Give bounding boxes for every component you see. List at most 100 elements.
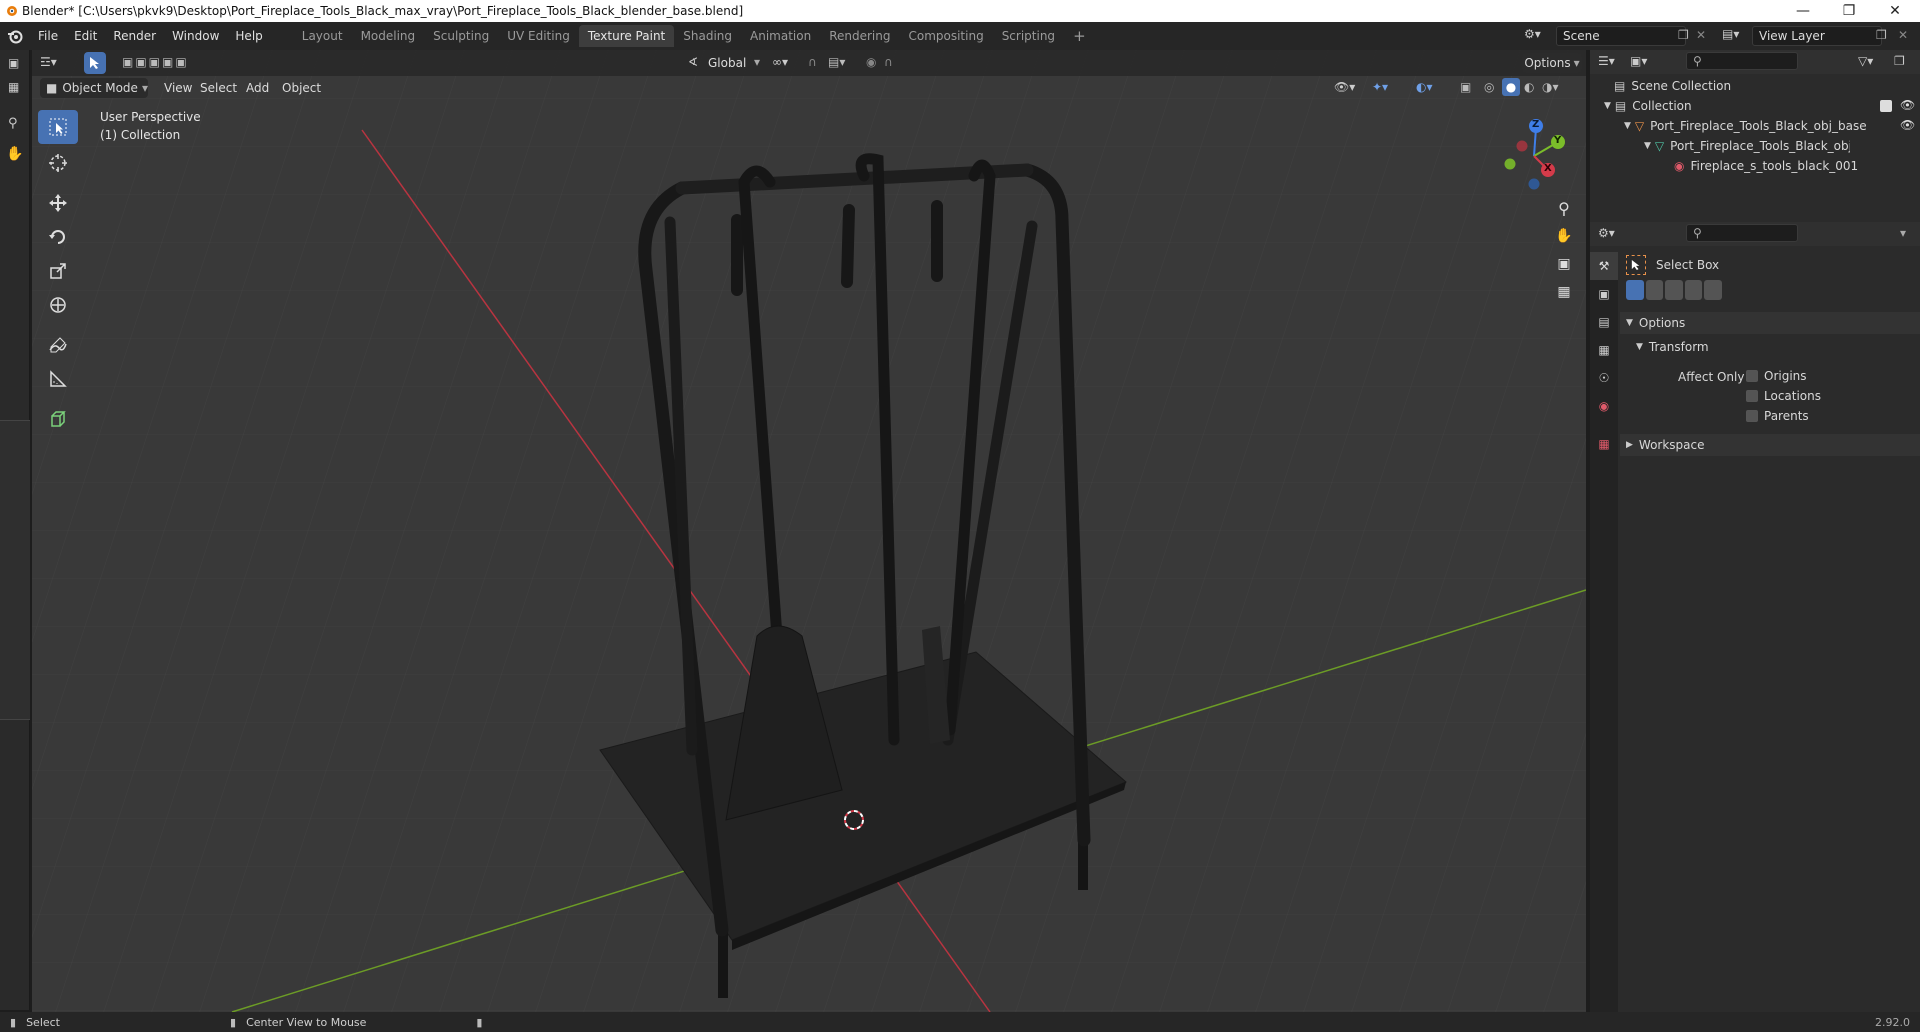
zoom-icon[interactable]: ⚲: [1550, 194, 1578, 222]
outliner-row-collection[interactable]: ▼ ▤ Collection 👁: [1590, 96, 1920, 116]
expand-icon[interactable]: ▼: [1604, 101, 1611, 111]
world-tab-icon[interactable]: ◉: [1590, 392, 1618, 420]
menu-object[interactable]: Object: [274, 81, 329, 95]
hand-icon[interactable]: ✋: [6, 146, 23, 162]
mode-intersect-icon[interactable]: [1704, 280, 1722, 300]
locations-checkbox[interactable]: Locations: [1746, 389, 1821, 403]
tab-uv-editing[interactable]: UV Editing: [498, 25, 579, 47]
blender-menu-icon[interactable]: [0, 28, 30, 44]
zoom-icon[interactable]: ⚲: [8, 116, 18, 131]
snap-target-icon[interactable]: ▤▾: [828, 55, 845, 69]
outliner-row-scene-collection[interactable]: ▤ Scene Collection: [1590, 76, 1920, 96]
menu-window[interactable]: Window: [164, 29, 227, 43]
options-button[interactable]: Options ▾: [1522, 53, 1582, 73]
snap-icon[interactable]: ∩: [808, 55, 817, 69]
eye-icon[interactable]: 👁: [1900, 118, 1915, 132]
output-tab-icon[interactable]: ▤: [1590, 308, 1618, 336]
expand-icon[interactable]: ▼: [1624, 121, 1631, 131]
origins-checkbox-box[interactable]: [1746, 370, 1758, 382]
outliner-row-material[interactable]: ◉ Fireplace_s_tools_black_001: [1590, 156, 1920, 176]
proportional-edit-icon[interactable]: ◉: [866, 55, 876, 69]
menu-help[interactable]: Help: [227, 29, 270, 43]
xray-icon[interactable]: ▣: [1460, 80, 1471, 94]
select-mode-icons[interactable]: ▣▣▣▣▣: [122, 55, 189, 69]
select-mode-buttons[interactable]: [1626, 280, 1722, 300]
outliner-row-mesh-data[interactable]: ▼ ▽ Port_Fireplace_Tools_Black_obj_base: [1590, 136, 1920, 156]
tab-layout[interactable]: Layout: [293, 25, 352, 47]
mode-invert-icon[interactable]: [1684, 280, 1703, 300]
texture-paint-icon[interactable]: ▦: [8, 80, 19, 94]
scene-remove-icon[interactable]: ✕: [1696, 28, 1706, 42]
filter-icon[interactable]: ▽▾: [1858, 54, 1873, 68]
scene-tab-icon[interactable]: ☉: [1590, 364, 1618, 392]
navigation-gizmo[interactable]: Z Y X: [1492, 112, 1576, 196]
view-layer-field[interactable]: View Layer: [1752, 26, 1882, 46]
scene-selector-icon[interactable]: ⚙▾: [1524, 27, 1541, 41]
rotate-tool-icon[interactable]: [38, 220, 78, 254]
tab-animation[interactable]: Animation: [741, 25, 820, 47]
origins-checkbox[interactable]: Origins: [1746, 369, 1807, 383]
maximize-icon[interactable]: ❐: [1826, 0, 1872, 22]
collection-checkbox[interactable]: [1880, 100, 1892, 112]
grid-icon[interactable]: ▦: [1550, 278, 1578, 306]
close-icon[interactable]: ✕: [1872, 0, 1918, 22]
tool-tab-icon[interactable]: ⚒: [1590, 252, 1618, 280]
rendered-shading-icon[interactable]: ◑▾: [1542, 80, 1559, 94]
eye-icon[interactable]: 👁: [1900, 98, 1915, 112]
transform-tool-icon[interactable]: [38, 288, 78, 322]
falloff-icon[interactable]: ∩: [884, 55, 893, 69]
3d-viewport[interactable]: User Perspective (1) Collection ☲▾ ▣▣▣▣▣…: [32, 50, 1586, 1012]
view-layer-new-icon[interactable]: ❐: [1876, 28, 1887, 42]
mode-new-icon[interactable]: [1626, 280, 1644, 300]
scene-new-icon[interactable]: ❐: [1678, 28, 1689, 42]
hand-icon[interactable]: ✋: [1550, 222, 1578, 250]
properties-editor-icon[interactable]: ⚙▾: [1598, 226, 1615, 240]
solid-shading-icon[interactable]: ●: [1502, 78, 1520, 96]
annotate-tool-icon[interactable]: [38, 328, 78, 362]
pivot-point-icon[interactable]: ∞▾: [772, 55, 788, 69]
material-shading-icon[interactable]: ◐: [1524, 80, 1534, 94]
overlays-icon[interactable]: ◐▾: [1416, 80, 1433, 94]
expand-icon[interactable]: ▼: [1644, 141, 1651, 151]
tab-texture-paint[interactable]: Texture Paint: [578, 25, 675, 47]
menu-add[interactable]: Add: [238, 81, 277, 95]
cursor-tool-icon[interactable]: [38, 146, 78, 180]
tab-modeling[interactable]: Modeling: [352, 25, 425, 47]
new-collection-icon[interactable]: ❐: [1894, 54, 1905, 68]
select-box-tool-icon[interactable]: [38, 110, 78, 144]
select-tool-icon[interactable]: [84, 52, 106, 74]
transform-subpanel-header[interactable]: ▼ Transform: [1630, 336, 1920, 358]
outliner-search-input[interactable]: ⚲: [1686, 52, 1798, 70]
menu-edit[interactable]: Edit: [66, 29, 105, 43]
view-layer-icon[interactable]: ▤▾: [1722, 27, 1739, 41]
mode-dropdown[interactable]: ■ Object Mode ▾: [40, 78, 148, 98]
minimize-icon[interactable]: —: [1780, 0, 1826, 22]
menu-render[interactable]: Render: [105, 29, 164, 43]
locations-checkbox-box[interactable]: [1746, 390, 1758, 402]
scene-name-field[interactable]: Scene: [1556, 26, 1686, 46]
scale-tool-icon[interactable]: [38, 254, 78, 288]
tab-shading[interactable]: Shading: [674, 25, 741, 47]
move-tool-icon[interactable]: [38, 186, 78, 220]
menu-file[interactable]: File: [30, 29, 66, 43]
parents-checkbox[interactable]: Parents: [1746, 409, 1809, 423]
tab-sculpting[interactable]: Sculpting: [424, 25, 498, 47]
parents-checkbox-box[interactable]: [1746, 410, 1758, 422]
view-layer-tab-icon[interactable]: ▦: [1590, 336, 1618, 364]
tab-compositing[interactable]: Compositing: [899, 25, 992, 47]
editor-type-3d-icon[interactable]: ☲▾: [40, 55, 57, 69]
mode-subtract-icon[interactable]: [1665, 280, 1683, 300]
view-layer-remove-icon[interactable]: ✕: [1898, 28, 1908, 42]
transform-orientation-icon[interactable]: ∢: [688, 55, 698, 69]
properties-search-input[interactable]: ⚲: [1686, 224, 1798, 242]
outliner-editor-icon[interactable]: ☰▾: [1598, 54, 1615, 68]
wireframe-shading-icon[interactable]: ◎: [1484, 80, 1494, 94]
options-panel-header[interactable]: ▼ Options: [1620, 312, 1920, 334]
camera-icon[interactable]: ▣: [1550, 250, 1578, 278]
display-mode-icon[interactable]: ▣▾: [1630, 54, 1647, 68]
chevron-down-icon[interactable]: ▾: [1900, 226, 1906, 240]
measure-tool-icon[interactable]: [38, 362, 78, 396]
gizmo-toggle-icon[interactable]: ✦▾: [1372, 80, 1388, 94]
tab-scripting[interactable]: Scripting: [993, 25, 1064, 47]
render-tab-icon[interactable]: ▣: [1590, 280, 1618, 308]
